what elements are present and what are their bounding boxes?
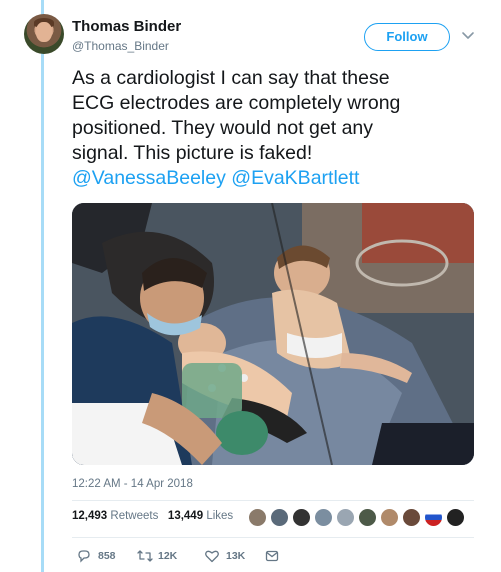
tweet-header: Thomas Binder @Thomas_Binder Follow [24, 14, 484, 62]
reply-icon [78, 550, 90, 563]
likes-count: 13,449 [167, 510, 204, 522]
reply-count: 858 [98, 550, 116, 562]
liker-avatar[interactable] [314, 508, 333, 527]
retweets-stat[interactable]: 12,493 Retweets [72, 510, 162, 522]
tweet-actions: 858 12K 13K [72, 547, 372, 565]
liker-avatar[interactable] [446, 508, 465, 527]
author-display-name[interactable]: Thomas Binder [72, 18, 181, 35]
dm-icon [265, 550, 279, 562]
liker-avatar[interactable] [248, 508, 267, 527]
liker-avatar[interactable] [402, 508, 421, 527]
tweet-text-line: ECG electrodes are completely wrong [72, 92, 401, 114]
tweet-timestamp[interactable]: 12:22 AM - 14 Apr 2018 [72, 478, 193, 490]
tweet-text: As a cardiologist I can say that these E… [72, 66, 482, 191]
like-count: 13K [226, 550, 246, 562]
thread-connector-line [41, 0, 44, 572]
tweet-text-line: As a cardiologist I can say that these [72, 67, 390, 89]
author-avatar[interactable] [24, 14, 64, 54]
follow-button[interactable]: Follow [364, 23, 450, 51]
retweets-label: Retweets [110, 510, 159, 522]
like-icon [205, 550, 219, 563]
retweets-count: 12,493 [72, 510, 108, 522]
mention-link[interactable]: @EvaKBartlett [231, 167, 359, 189]
tweet-mentions: @VanessaBeeley @EvaKBartlett [72, 166, 482, 191]
liker-avatar[interactable] [358, 508, 377, 527]
liker-avatar[interactable] [336, 508, 355, 527]
divider [72, 500, 474, 501]
likes-label: Likes [206, 510, 234, 522]
mention-link[interactable]: @VanessaBeeley [72, 167, 226, 189]
divider [72, 537, 474, 538]
liker-avatar[interactable] [380, 508, 399, 527]
chevron-down-icon[interactable] [458, 25, 478, 45]
author-handle[interactable]: @Thomas_Binder [72, 39, 169, 53]
retweet-icon [137, 550, 153, 562]
liker-avatar[interactable] [424, 508, 443, 527]
tweet-text-line: signal. This picture is faked! [72, 142, 313, 164]
likes-stat[interactable]: 13,449 Likes [168, 510, 233, 522]
photo-illustration [72, 203, 474, 465]
engagement-stats: 12,493 Retweets 13,449 Likes [72, 508, 482, 532]
liker-avatar[interactable] [270, 508, 289, 527]
liker-avatar[interactable] [292, 508, 311, 527]
tweet-photo[interactable] [72, 203, 474, 465]
retweet-count: 12K [158, 550, 178, 562]
tweet-text-line: positioned. They would not get any [72, 117, 374, 139]
